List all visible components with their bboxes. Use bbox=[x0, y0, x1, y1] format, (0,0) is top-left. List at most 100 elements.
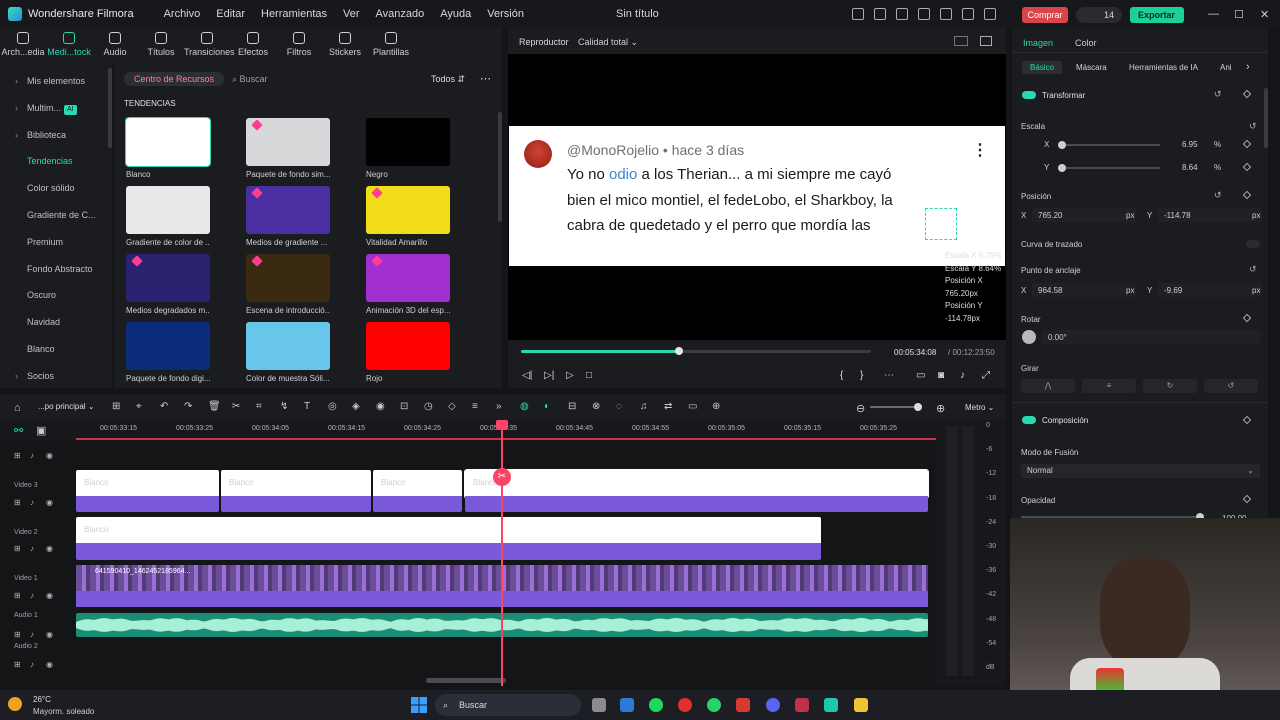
delete-icon[interactable]: 🗑 bbox=[208, 401, 221, 412]
close-icon[interactable]: ✕ bbox=[1260, 8, 1269, 21]
position-x-field[interactable]: 765.20 px bbox=[1032, 208, 1136, 222]
project-dropdown[interactable]: ...po principal ⌄ bbox=[38, 402, 95, 411]
eye-icon[interactable]: ◉ bbox=[46, 498, 53, 507]
mute-icon[interactable]: ♪ bbox=[30, 630, 34, 639]
tool-media-stock[interactable]: Medi...tock bbox=[46, 28, 92, 64]
adjust-icon[interactable]: ≡ bbox=[472, 401, 478, 412]
tool-filtros[interactable]: Filtros bbox=[276, 28, 322, 64]
app-icon[interactable] bbox=[736, 698, 750, 712]
clip-blanco[interactable]: Blanco bbox=[76, 470, 219, 498]
sidebar-item-oscuro[interactable]: Oscuro bbox=[0, 282, 112, 309]
send-icon[interactable] bbox=[874, 8, 886, 20]
audio-detach-icon[interactable]: ⇄ bbox=[664, 401, 672, 412]
eye-icon[interactable]: ◉ bbox=[46, 630, 53, 639]
snap-icon[interactable]: ◍ bbox=[520, 401, 529, 412]
asset-item[interactable]: Escena de introducció... bbox=[246, 254, 330, 315]
camera-icon[interactable]: ◙ bbox=[938, 370, 944, 381]
transform-toggle[interactable] bbox=[1022, 91, 1036, 99]
mute-icon[interactable]: ♪ bbox=[30, 660, 34, 669]
eye-icon[interactable]: ◉ bbox=[46, 451, 53, 460]
snapshot-icon[interactable] bbox=[980, 36, 992, 46]
asset-search-input[interactable]: ⌕ Buscar bbox=[232, 74, 268, 85]
filter-dropdown[interactable]: Todos ⇵ bbox=[431, 74, 465, 85]
taskbar-search[interactable]: ⌕ Buscar bbox=[435, 694, 581, 716]
asset-item[interactable]: Medios degradados m... bbox=[126, 254, 210, 315]
home-icon[interactable]: ⌂ bbox=[14, 402, 21, 414]
lock-icon[interactable]: ⊞ bbox=[14, 630, 21, 639]
subtitle-icon[interactable]: ▭ bbox=[688, 401, 697, 412]
track-settings-icon[interactable]: ▣ bbox=[36, 424, 46, 437]
scale-y-slider[interactable] bbox=[1060, 167, 1160, 169]
keyframe-icon[interactable] bbox=[1242, 313, 1252, 323]
volume-icon[interactable]: ♪ bbox=[960, 370, 965, 381]
chevron-right-icon[interactable]: › bbox=[1246, 61, 1250, 73]
sidebar-item-blanco[interactable]: Blanco bbox=[0, 336, 112, 363]
asset-scrollbar[interactable] bbox=[498, 112, 502, 222]
crop-icon[interactable]: ⌗ bbox=[256, 401, 262, 412]
reset-icon[interactable]: ↺ bbox=[1214, 89, 1222, 100]
playback-progress[interactable] bbox=[521, 347, 871, 355]
windows-start-icon[interactable] bbox=[411, 697, 427, 713]
asset-item[interactable]: Vitalidad Amarillo bbox=[366, 186, 450, 247]
lock-icon[interactable]: ⊞ bbox=[14, 544, 21, 553]
redo-icon[interactable]: ↷ bbox=[184, 401, 192, 412]
subtab-animacion[interactable]: Ani bbox=[1212, 61, 1240, 74]
meter-dropdown[interactable]: Metro ⌄ bbox=[965, 403, 994, 412]
fullscreen-icon[interactable]: ⤢ bbox=[982, 370, 990, 381]
prev-frame-icon[interactable]: ◁| bbox=[522, 370, 532, 381]
pip-icon[interactable]: ⊕ bbox=[712, 401, 720, 412]
link-icon[interactable]: ⚯ bbox=[14, 424, 23, 437]
play-icon[interactable]: ▷ bbox=[566, 370, 574, 381]
gift-icon[interactable] bbox=[852, 8, 864, 20]
display-icon[interactable]: ▭ bbox=[916, 370, 925, 381]
rotate-cw-button[interactable]: ↻ bbox=[1143, 379, 1197, 393]
eye-icon[interactable]: ◉ bbox=[46, 544, 53, 553]
eye-icon[interactable]: ◉ bbox=[46, 591, 53, 600]
minimize-icon[interactable]: — bbox=[1208, 8, 1219, 20]
anchor-y-field[interactable]: -9.69 px bbox=[1158, 283, 1262, 297]
mask-icon[interactable]: ◈ bbox=[352, 401, 360, 412]
tab-color[interactable]: Color bbox=[1075, 38, 1097, 48]
zoom-slider[interactable] bbox=[870, 406, 918, 408]
discord-icon[interactable] bbox=[766, 698, 780, 712]
rotate-field[interactable]: 0.00° bbox=[1042, 330, 1260, 344]
zoom-knob[interactable] bbox=[914, 403, 922, 411]
sidebar-item-socios[interactable]: Socios bbox=[0, 363, 112, 390]
sidebar-item-fondo-abstracto[interactable]: Fondo Abstracto bbox=[0, 256, 112, 283]
flip-horizontal-button[interactable]: ⋀ bbox=[1021, 379, 1075, 393]
split-marker-icon[interactable]: ✂ bbox=[493, 468, 511, 486]
store-icon[interactable] bbox=[620, 698, 634, 712]
reset-icon[interactable]: ↺ bbox=[1249, 264, 1257, 275]
tool-transiciones[interactable]: Transiciones bbox=[184, 28, 235, 64]
image-icon[interactable] bbox=[896, 8, 908, 20]
tab-imagen[interactable]: Imagen bbox=[1023, 38, 1053, 48]
scale-y-knob[interactable] bbox=[1058, 164, 1066, 172]
mark-out-icon[interactable]: } bbox=[860, 370, 863, 381]
zoom-in-icon[interactable]: ⊕ bbox=[936, 402, 945, 415]
props-scrollbar[interactable] bbox=[1264, 88, 1268, 148]
grid-icon[interactable] bbox=[984, 8, 996, 20]
asset-item[interactable]: Blanco bbox=[125, 117, 211, 179]
more-tools-icon[interactable]: » bbox=[496, 401, 502, 412]
subtab-basico[interactable]: Básico bbox=[1022, 61, 1063, 74]
keyframe-icon[interactable] bbox=[1242, 190, 1252, 200]
quality-dropdown[interactable]: Calidad total ⌄ bbox=[578, 37, 638, 48]
credits-badge[interactable]: 14 bbox=[1076, 7, 1122, 23]
reset-icon[interactable]: ↺ bbox=[1214, 190, 1222, 201]
stabilize-icon[interactable]: ◉ bbox=[376, 401, 385, 412]
sidebar-item-tendencias[interactable]: Tendencias bbox=[0, 148, 112, 175]
opera-icon[interactable] bbox=[678, 698, 692, 712]
mute-icon[interactable]: ♪ bbox=[30, 451, 34, 460]
subtab-mascara[interactable]: Máscara bbox=[1068, 61, 1115, 74]
composition-toggle[interactable] bbox=[1022, 416, 1036, 424]
mute-icon[interactable]: ♪ bbox=[30, 498, 34, 507]
sidebar-item-biblioteca[interactable]: Biblioteca bbox=[0, 122, 112, 149]
color-icon[interactable]: ◎ bbox=[328, 401, 337, 412]
taskview-icon[interactable] bbox=[592, 698, 606, 712]
step-play-icon[interactable]: ▷| bbox=[544, 370, 554, 381]
eye-icon[interactable]: ◉ bbox=[46, 660, 53, 669]
lock-icon[interactable]: ⊞ bbox=[14, 591, 21, 600]
keyframe-icon[interactable] bbox=[1242, 415, 1252, 425]
mark-in-icon[interactable]: { bbox=[840, 370, 843, 381]
lock-icon[interactable]: ⊞ bbox=[14, 660, 21, 669]
